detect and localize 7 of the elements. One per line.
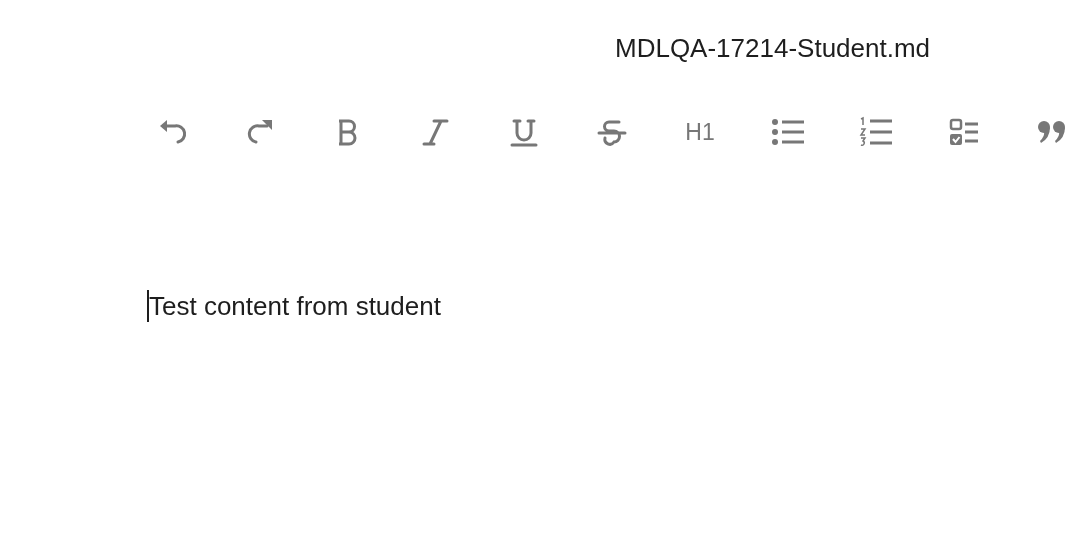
- numbered-list-icon: [858, 116, 894, 148]
- checklist-icon: [948, 116, 980, 148]
- text-cursor: [147, 290, 149, 322]
- document-text[interactable]: Test content from student: [149, 290, 441, 322]
- heading-button[interactable]: H1: [678, 110, 722, 154]
- file-name: MDLQA-17214-Student.md: [615, 33, 931, 63]
- bulleted-list-icon: [770, 116, 806, 148]
